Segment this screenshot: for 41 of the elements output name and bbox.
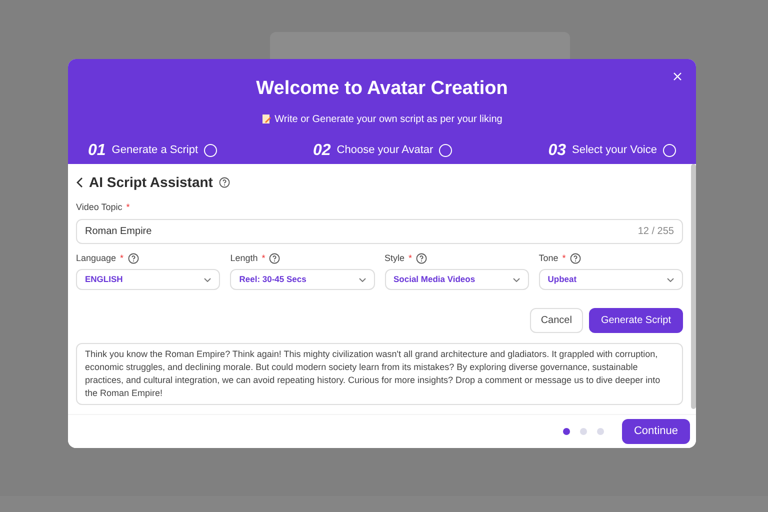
dropdown[interactable]: Reel: 30-45 Secs	[230, 269, 374, 290]
chevron-down-icon	[512, 278, 520, 282]
chevron-down-icon	[667, 278, 674, 282]
help-icon[interactable]	[269, 252, 280, 264]
required-mark: *	[408, 252, 412, 264]
step-number: 02	[313, 140, 331, 160]
required-mark: *	[120, 252, 124, 264]
step-label: Select your Voice	[572, 143, 657, 158]
memo-icon	[262, 114, 271, 124]
step-number: 01	[88, 140, 106, 160]
continue-button[interactable]: Continue	[622, 419, 690, 444]
back-icon[interactable]	[76, 177, 83, 188]
help-icon[interactable]	[218, 177, 230, 188]
chevron-down-icon	[358, 278, 366, 282]
step-label: Choose your Avatar	[336, 143, 434, 158]
section-title: AI Script Assistant	[89, 173, 213, 192]
dropdown[interactable]: Upbeat	[538, 269, 683, 290]
step-label: Generate a Script	[112, 143, 198, 158]
field-label: Language	[76, 252, 116, 265]
required-mark: *	[562, 252, 566, 264]
subtitle: Write or Generate your own script as per your liking	[274, 112, 502, 126]
field-label: Tone	[538, 252, 558, 264]
help-icon[interactable]	[416, 252, 428, 264]
field-label: Style	[384, 252, 405, 265]
help-icon[interactable]	[570, 252, 581, 264]
character-counter: 12 / 255	[638, 224, 674, 238]
dropdown[interactable]: ENGLISH	[76, 269, 220, 290]
field-label: Video Topic	[76, 201, 122, 214]
required-mark: *	[126, 201, 130, 214]
help-icon[interactable]	[128, 252, 139, 264]
modal-title: Welcome to Avatar Creation	[256, 77, 508, 101]
field-label: Length	[230, 252, 258, 265]
close-icon[interactable]	[673, 72, 682, 81]
chevron-down-icon	[204, 278, 212, 282]
script-text-area[interactable]: Think you know the Roman Empire? Think again! This mighty civilization wasn't all grand architecture and gladiators. It grappled with corruption, economic struggles, and declining morale. But could modern society learn from its mistakes? By exploring diverse governance, sustainable practices, and cultural integration, we can avoid repeating history. Curious for more insights? Drop a comment or message us to dive deeper into the Roman Empire!	[76, 343, 683, 405]
step-number: 03	[548, 140, 566, 160]
generate-script-button[interactable]: Generate Script	[588, 308, 683, 333]
dropdown[interactable]: Social Media Videos	[384, 269, 529, 290]
topic-field[interactable]: Roman Empire 12 / 255	[76, 218, 683, 244]
required-mark: *	[262, 252, 266, 264]
cancel-button[interactable]: Cancel	[530, 308, 583, 333]
